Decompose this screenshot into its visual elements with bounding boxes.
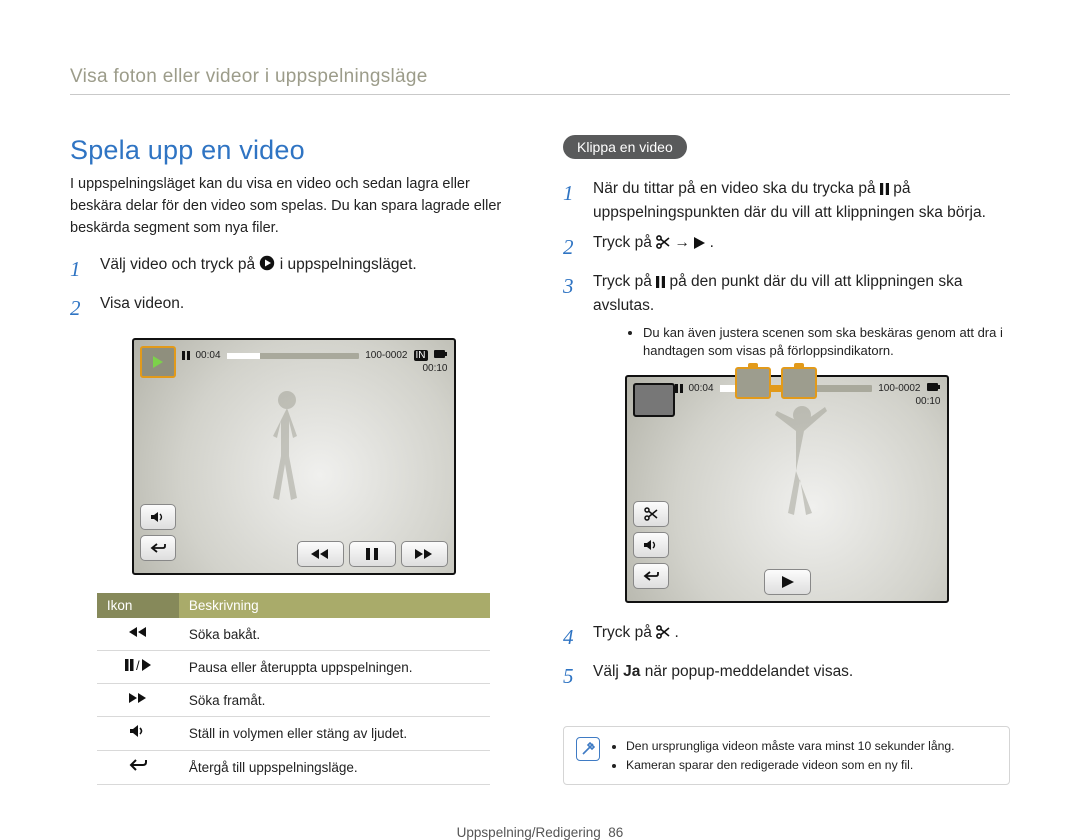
trim-heading-pill: Klippa en video [563, 135, 687, 159]
pause-button[interactable] [349, 541, 396, 567]
in-badge: IN [414, 350, 428, 361]
right-step-5: 5 Välj Ja när popup-meddelandet visas. [563, 660, 1010, 693]
scissors-icon [656, 235, 670, 249]
footer-section: Uppspelning/Redigering [457, 825, 601, 840]
pause-mini-icon [182, 351, 190, 360]
right-step-4: 4 Tryck på . [563, 621, 1010, 654]
right-column: Klippa en video 1 När du tittar på en vi… [563, 135, 1010, 785]
note-icon [576, 737, 600, 761]
table-desc: Återgå till uppspelningsläge. [179, 751, 490, 785]
right-step-2: 2 Tryck på → . [563, 231, 1010, 264]
clip-label: 100-0002 [365, 350, 407, 361]
video-preview-1: 00:04 100-0002 IN 00:10 [132, 338, 456, 575]
back-button[interactable] [633, 563, 669, 589]
table-header-desc: Beskrivning [179, 593, 490, 618]
note-item: Kameran sparar den redigerade videon som… [626, 756, 955, 774]
pause-play-icon: / [125, 658, 151, 676]
trim-handle-end[interactable] [781, 367, 817, 399]
r5-post: när popup-meddelandet visas. [645, 663, 854, 680]
table-row: Ställ in volymen eller stäng av ljudet. [97, 717, 490, 751]
note-box: Den ursprungliga videon måste vara minst… [563, 726, 1010, 785]
table-header-icon: Ikon [97, 593, 179, 618]
step-number-5: 5 [563, 660, 585, 693]
step-number-4: 4 [563, 621, 585, 654]
video-thumbnail-plain [633, 383, 675, 417]
step-number-2: 2 [563, 231, 585, 264]
r2-post: . [710, 234, 714, 251]
total-time-2: 00:10 [915, 396, 940, 407]
r1-pre: När du tittar på en video ska du trycka … [593, 180, 880, 197]
r4-post: . [674, 624, 678, 641]
table-desc: Ställ in volymen eller stäng av ljudet. [179, 717, 490, 751]
trim-progress-bar [720, 385, 873, 392]
right-bullet: Du kan även justera scenen som ska beskä… [643, 324, 1010, 362]
section-title: Spela upp en video [70, 135, 517, 166]
volume-button[interactable] [140, 504, 176, 530]
table-desc: Söka bakåt. [179, 618, 490, 651]
back-icon [129, 758, 147, 777]
page-header: Visa foton eller videor i uppspelningslä… [70, 66, 1010, 95]
trim-handle-start[interactable] [735, 367, 771, 399]
left-step-1: 1 Välj video och tryck på i uppspelnings… [70, 253, 517, 286]
step2-text: Visa videon. [100, 292, 517, 325]
svg-text:/: / [136, 659, 140, 671]
pause-mini-icon [675, 384, 683, 393]
battery-icon [434, 350, 448, 361]
table-row: Söka framåt. [97, 684, 490, 717]
table-row: Återgå till uppspelningsläge. [97, 751, 490, 785]
step1-text-post: i uppspelningsläget. [280, 256, 417, 273]
table-desc: Söka framåt. [179, 684, 490, 717]
play-button[interactable] [764, 569, 811, 595]
fastforward-icon [128, 691, 148, 709]
step-number-2: 2 [70, 292, 92, 325]
intro-paragraph: I uppspelningsläget kan du visa en video… [70, 174, 517, 239]
video-thumbnail-icon [140, 346, 176, 378]
r4-pre: Tryck på [593, 624, 656, 641]
left-step-2: 2 Visa videon. [70, 292, 517, 325]
person-silhouette [257, 386, 317, 506]
volume-icon [129, 724, 147, 743]
pause-icon [656, 276, 665, 288]
note-item: Den ursprungliga videon måste vara minst… [626, 737, 955, 755]
icon-description-table: Ikon Beskrivning Söka bakåt. / Pausa ell… [97, 593, 490, 785]
r3-pre: Tryck på [593, 273, 656, 290]
right-bullet-list: Du kan även justera scenen som ska beskä… [603, 324, 1010, 362]
table-row: Söka bakåt. [97, 618, 490, 651]
battery-icon [927, 383, 941, 394]
person-silhouette [772, 401, 832, 521]
back-button[interactable] [140, 535, 176, 561]
progress-bar [227, 353, 360, 359]
clip-label-2: 100-0002 [878, 383, 920, 394]
elapsed-time-2: 00:04 [689, 383, 714, 394]
page-footer: Uppspelning/Redigering 86 [70, 825, 1010, 840]
r2-pre: Tryck på [593, 234, 656, 251]
r5-bold: Ja [623, 663, 640, 680]
play-circle-icon [259, 255, 275, 271]
total-time: 00:10 [422, 363, 447, 374]
left-column: Spela upp en video I uppspelningsläget k… [70, 135, 517, 785]
right-step-1: 1 När du tittar på en video ska du tryck… [563, 177, 1010, 225]
step-number-1: 1 [563, 177, 585, 225]
table-desc: Pausa eller återuppta uppspelningen. [179, 651, 490, 684]
r5-pre: Välj [593, 663, 623, 680]
content-columns: Spela upp en video I uppspelningsläget k… [70, 135, 1010, 785]
footer-page: 86 [608, 825, 623, 840]
rewind-button[interactable] [297, 541, 344, 567]
play-icon [694, 237, 705, 249]
scissors-button[interactable] [633, 501, 669, 527]
fastforward-button[interactable] [401, 541, 448, 567]
video-preview-2: 00:04 100-0002 00:10 [625, 375, 949, 603]
r2-mid: → [674, 234, 694, 251]
volume-button[interactable] [633, 532, 669, 558]
rewind-icon [128, 625, 148, 643]
step1-text-pre: Välj video och tryck på [100, 256, 259, 273]
elapsed-time: 00:04 [196, 350, 221, 361]
pause-icon [880, 183, 889, 195]
right-step-3: 3 Tryck på på den punkt där du vill att … [563, 270, 1010, 318]
table-row: / Pausa eller återuppta uppspelningen. [97, 651, 490, 684]
step-number-3: 3 [563, 270, 585, 318]
step-number-1: 1 [70, 253, 92, 286]
scissors-icon [656, 625, 670, 639]
